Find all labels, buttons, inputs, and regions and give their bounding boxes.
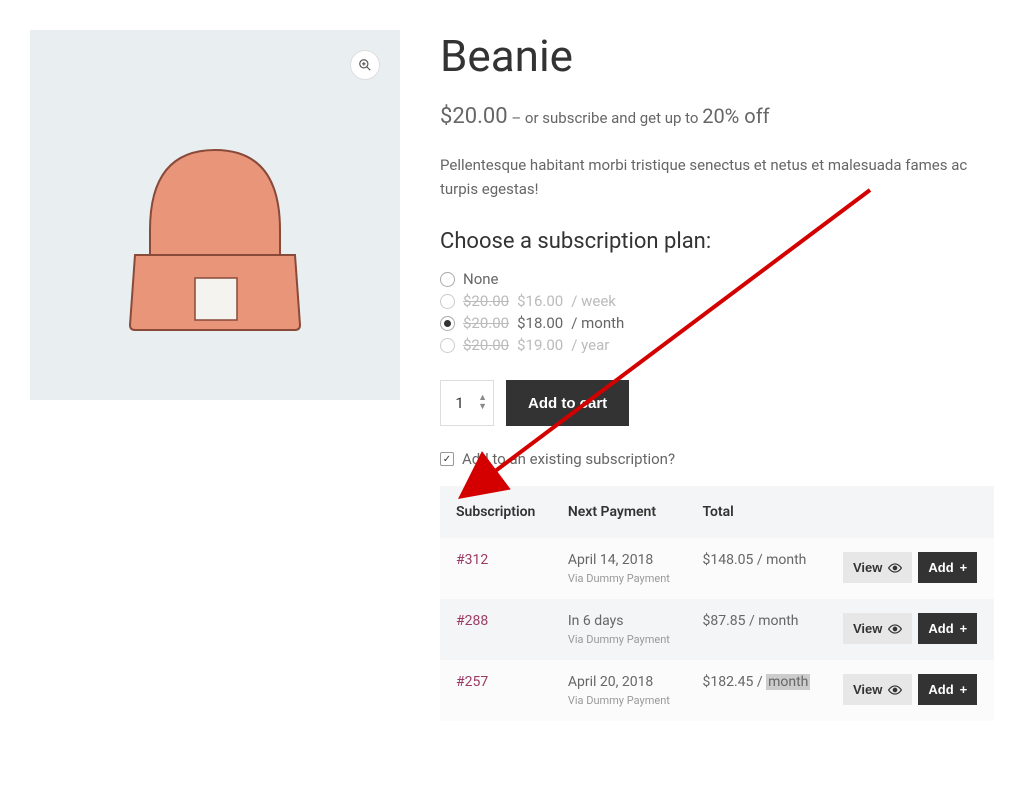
th-subscription: Subscription — [440, 486, 552, 538]
product-price: $20.00 — [440, 104, 508, 129]
view-button[interactable]: View — [843, 674, 912, 705]
checkbox-icon: ✓ — [440, 452, 454, 466]
quantity-stepper[interactable]: 1 ▲ ▼ — [440, 380, 494, 426]
view-button[interactable]: View — [843, 552, 912, 583]
product-image[interactable] — [30, 30, 400, 400]
subscribe-text: – or subscribe and get up to — [508, 109, 703, 127]
add-button[interactable]: Add + — [918, 552, 977, 583]
plan-heading: Choose a subscription plan: — [440, 229, 994, 254]
add-button[interactable]: Add + — [918, 674, 977, 705]
th-actions — [827, 486, 994, 538]
plus-icon: + — [960, 560, 968, 575]
beanie-illustration — [30, 30, 400, 400]
total-cell: $148.05 / month — [686, 538, 827, 599]
radio-icon — [440, 294, 455, 309]
subscription-link[interactable]: #288 — [456, 613, 488, 629]
plan-unit: / year — [571, 336, 609, 354]
total-cell: $87.85 / month — [686, 599, 827, 660]
eye-icon — [888, 685, 902, 695]
existing-label: Add to an existing subscription? — [462, 450, 675, 468]
add-button[interactable]: Add + — [918, 613, 977, 644]
subscription-link[interactable]: #257 — [456, 674, 488, 690]
plan-strike: $20.00 — [463, 292, 509, 310]
next-payment-cell: In 6 daysVia Dummy Payment — [552, 599, 687, 660]
eye-icon — [888, 624, 902, 634]
qty-down-icon[interactable]: ▼ — [478, 403, 487, 412]
price-line: $20.00 – or subscribe and get up to 20% … — [440, 104, 994, 129]
total-cell: $182.45 / month — [686, 660, 827, 721]
th-next-payment: Next Payment — [552, 486, 687, 538]
plan-price: $19.00 — [517, 336, 563, 354]
quantity-value: 1 — [447, 394, 472, 412]
discount-text: 20% off — [702, 104, 769, 128]
plan-option-none[interactable]: None — [440, 268, 994, 290]
add-to-cart-button[interactable]: Add to cart — [506, 380, 629, 426]
plan-option-month[interactable]: $20.00 $18.00 / month — [440, 312, 994, 334]
table-row: #312 April 14, 2018Via Dummy Payment$148.… — [440, 538, 994, 599]
existing-subscription-toggle[interactable]: ✓ Add to an existing subscription? — [440, 450, 994, 468]
plan-unit: / month — [571, 314, 624, 332]
th-total: Total — [686, 486, 827, 538]
plan-label: None — [463, 270, 499, 288]
radio-icon — [440, 338, 455, 353]
plan-price: $18.00 — [517, 314, 563, 332]
subscription-plan-options: None $20.00 $16.00 / week $20.00 $18.00 … — [440, 268, 994, 356]
view-button[interactable]: View — [843, 613, 912, 644]
plus-icon: + — [960, 621, 968, 636]
plan-price: $16.00 — [517, 292, 563, 310]
subscription-link[interactable]: #312 — [456, 552, 488, 568]
product-description: Pellentesque habitant morbi tristique se… — [440, 153, 994, 201]
table-row: #288 In 6 daysVia Dummy Payment$87.85 / m… — [440, 599, 994, 660]
radio-icon — [440, 316, 455, 331]
table-row: #257 April 20, 2018Via Dummy Payment$182.… — [440, 660, 994, 721]
next-payment-cell: April 20, 2018Via Dummy Payment — [552, 660, 687, 721]
subscriptions-table: Subscription Next Payment Total #312 Apri… — [440, 486, 994, 721]
plan-unit: / week — [571, 292, 616, 310]
radio-icon — [440, 272, 455, 287]
plus-icon: + — [960, 682, 968, 697]
plan-strike: $20.00 — [463, 314, 509, 332]
plan-strike: $20.00 — [463, 336, 509, 354]
product-image-panel — [30, 30, 400, 721]
eye-icon — [888, 563, 902, 573]
plan-option-year[interactable]: $20.00 $19.00 / year — [440, 334, 994, 356]
zoom-icon[interactable] — [350, 50, 380, 80]
next-payment-cell: April 14, 2018Via Dummy Payment — [552, 538, 687, 599]
product-title: Beanie — [440, 30, 994, 82]
plan-option-week[interactable]: $20.00 $16.00 / week — [440, 290, 994, 312]
